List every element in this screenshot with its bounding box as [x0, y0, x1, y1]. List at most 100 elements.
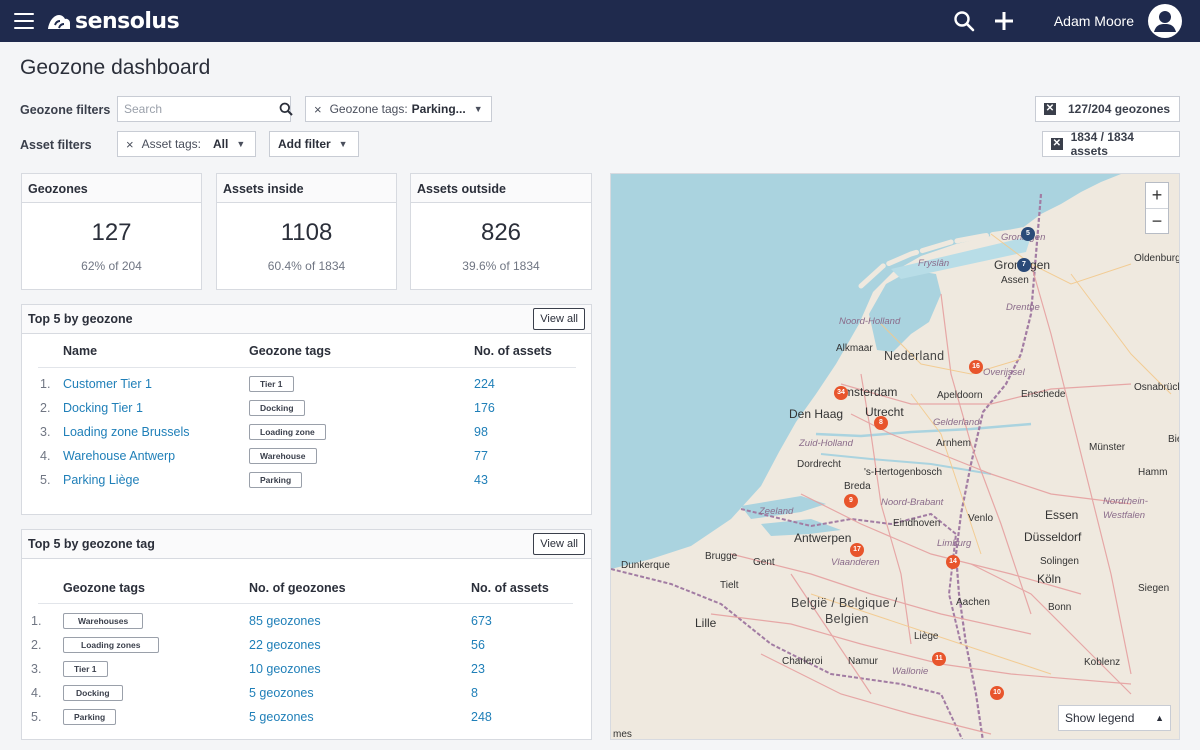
remove-filter-icon[interactable]: × — [314, 102, 322, 117]
asset-count-link[interactable]: 224 — [474, 377, 495, 391]
tag-badge: Warehouses — [63, 613, 144, 629]
column-header[interactable]: Name — [63, 344, 97, 358]
page-title: Geozone dashboard — [20, 56, 211, 79]
geozone-link[interactable]: Loading zone Brussels — [63, 425, 189, 439]
asset-tags-label: Asset tags: — [141, 137, 201, 151]
asset-count-link[interactable]: 8 — [471, 686, 478, 700]
map-label-koblenz: Koblenz — [1084, 657, 1121, 668]
map-geozone-marker[interactable]: 14 — [946, 555, 960, 569]
column-header[interactable]: No. of assets — [474, 344, 552, 358]
menu-icon[interactable] — [14, 13, 34, 29]
avatar-icon[interactable] — [1148, 4, 1182, 38]
search-input[interactable] — [118, 102, 279, 116]
map-cluster-marker[interactable]: 7 — [1017, 258, 1031, 272]
map-label-arnhem: Arnhem — [936, 438, 972, 449]
table-row: 5. Parking Liège Parking 43 — [22, 469, 591, 493]
header-divider — [38, 603, 573, 604]
map-label-munster: Münster — [1089, 442, 1126, 453]
asset-count-link[interactable]: 56 — [471, 638, 485, 652]
map-geozone-marker[interactable]: 8 — [874, 416, 888, 430]
add-filter-button[interactable]: Add filter ▼ — [269, 131, 359, 157]
show-legend-button[interactable]: Show legend ▲ — [1058, 705, 1171, 731]
tag-badge: Tier 1 — [63, 661, 108, 677]
column-header[interactable]: No. of geozones — [249, 581, 346, 595]
chevron-down-icon: ▼ — [338, 139, 348, 149]
panel-title: Top 5 by geozone — [28, 312, 133, 326]
search-icon[interactable] — [944, 0, 984, 42]
map-label-alkmaar: Alkmaar — [836, 343, 873, 354]
column-header[interactable]: No. of assets — [471, 581, 549, 595]
map-label-dunkerque: Dunkerque — [621, 560, 670, 571]
chevron-up-icon: ▲ — [1155, 713, 1164, 723]
geozone-link[interactable]: Parking Liège — [63, 473, 139, 487]
stat-card-assets-inside: Assets inside 1108 60.4% of 1834 — [216, 173, 397, 290]
asset-count-button[interactable]: ✕ 1834 / 1834 assets — [1042, 130, 1180, 158]
geozone-count-button[interactable]: ✕ 127/204 geozones — [1035, 96, 1180, 122]
map-label-belgien: Belgien — [825, 612, 869, 626]
sensolus-logo[interactable]: sensolus — [46, 9, 180, 34]
asset-count-link[interactable]: 248 — [471, 710, 492, 724]
view-all-button[interactable]: View all — [533, 533, 585, 555]
stat-value: 1108 — [280, 219, 333, 246]
user-name[interactable]: Adam Moore — [1054, 13, 1134, 29]
geozone-tags-filter[interactable]: × Geozone tags: Parking... ▼ — [305, 96, 492, 122]
geozones-link[interactable]: 5 geozones — [249, 686, 314, 700]
geozones-link[interactable]: 5 geozones — [249, 710, 314, 724]
geozones-link[interactable]: 22 geozones — [249, 638, 321, 652]
table-row: 1. Warehouses 85 geozones 673 — [22, 610, 591, 634]
search-icon[interactable] — [279, 102, 293, 116]
tag-badge: Tier 1 — [249, 376, 294, 392]
map-geozone-marker[interactable]: 9 — [844, 494, 858, 508]
map-cluster-marker[interactable]: 5 — [1021, 227, 1035, 241]
asset-count-link[interactable]: 176 — [474, 401, 495, 415]
map-label-bie: Bie — [1168, 434, 1179, 445]
table-row: 2. Loading zones 22 geozones 56 — [22, 634, 591, 658]
remove-filter-icon[interactable]: × — [126, 137, 134, 152]
map-geozone-marker[interactable]: 16 — [969, 360, 983, 374]
map-geozone-marker[interactable]: 17 — [850, 543, 864, 557]
top-bar: sensolus Adam Moore — [0, 0, 1200, 42]
asset-count-link[interactable]: 673 — [471, 614, 492, 628]
map-geozone-marker[interactable]: 11 — [932, 652, 946, 666]
map-label-brugge: Brugge — [705, 551, 738, 562]
asset-count-link[interactable]: 77 — [474, 449, 488, 463]
map-label-den-haag: Den Haag — [789, 407, 844, 421]
view-all-button[interactable]: View all — [533, 308, 585, 330]
geozone-link[interactable]: Docking Tier 1 — [63, 401, 143, 415]
asset-count-link[interactable]: 98 — [474, 425, 488, 439]
map-label-mes: mes — [613, 729, 632, 740]
map-label-gent: Gent — [753, 557, 775, 568]
geozone-search[interactable] — [117, 96, 293, 122]
add-icon[interactable] — [984, 0, 1024, 42]
row-index: 5. — [40, 473, 51, 487]
map-canvas[interactable] — [611, 174, 1180, 740]
asset-count-link[interactable]: 43 — [474, 473, 488, 487]
table-row: 5. Parking 5 geozones 248 — [22, 706, 591, 730]
map-geozone-marker[interactable]: 34 — [834, 386, 848, 400]
column-header[interactable]: Geozone tags — [249, 344, 331, 358]
asset-tags-filter[interactable]: × Asset tags: All ▼ — [117, 131, 256, 157]
asset-count-link[interactable]: 23 — [471, 662, 485, 676]
top-tag-panel: Top 5 by geozone tag View all Geozone ta… — [21, 529, 592, 740]
asset-count: 1834 / 1834 assets — [1070, 130, 1134, 158]
geozones-link[interactable]: 10 geozones — [249, 662, 321, 676]
stat-sub: 60.4% of 1834 — [267, 259, 346, 273]
geozones-link[interactable]: 85 geozones — [249, 614, 321, 628]
tag-badge: Loading zones — [63, 637, 159, 653]
map-label-vlaanderen: Vlaanderen — [831, 557, 880, 568]
row-index: 2. — [40, 401, 51, 415]
column-header[interactable]: Geozone tags — [63, 581, 145, 595]
clear-icon: ✕ — [1044, 103, 1056, 115]
geozone-link[interactable]: Warehouse Antwerp — [63, 449, 175, 463]
zoom-out-button[interactable]: − — [1146, 208, 1168, 233]
panel-title: Top 5 by geozone tag — [28, 537, 155, 551]
map-label-fryslan: Fryslân — [918, 258, 950, 269]
row-index: 5. — [31, 710, 42, 724]
row-index: 1. — [31, 614, 42, 628]
map-geozone-marker[interactable]: 10 — [990, 686, 1004, 700]
geozone-map[interactable]: GroningenGroningenAssenOldenburgFryslânD… — [610, 173, 1180, 740]
row-index: 1. — [40, 377, 51, 391]
zoom-in-button[interactable]: + — [1146, 183, 1168, 208]
geozone-link[interactable]: Customer Tier 1 — [63, 377, 152, 391]
zoom-control: + − — [1145, 182, 1169, 234]
